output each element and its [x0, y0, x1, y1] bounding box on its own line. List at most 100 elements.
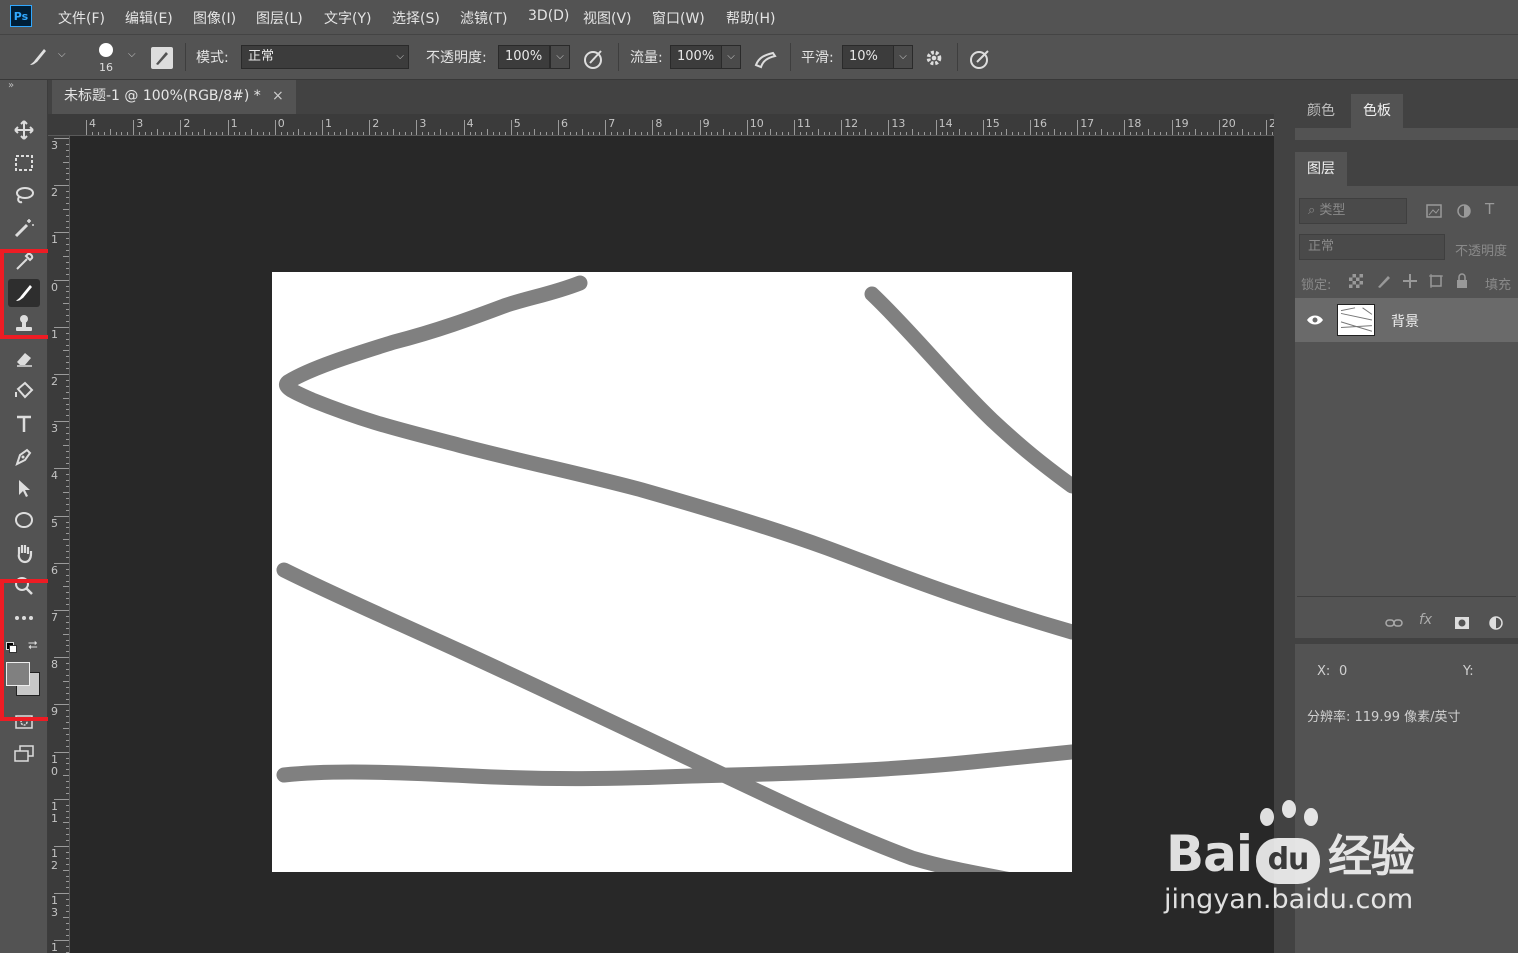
swatches-panel-body	[1295, 128, 1518, 140]
menu-help[interactable]: 帮助(H)	[726, 8, 775, 28]
ruler-tick	[1124, 120, 1126, 135]
link-layers-icon[interactable]	[1385, 614, 1403, 632]
layer-name: 背景	[1391, 314, 1419, 330]
ruler-horizontal[interactable]: 4321012345678910111213141516171819202	[48, 114, 1274, 136]
smoothing-slider-button[interactable]: ⌵	[893, 45, 913, 69]
screen-mode-icon[interactable]	[8, 740, 40, 768]
layer-opacity-label: 不透明度	[1455, 244, 1508, 259]
eye-visibility-icon[interactable]	[1305, 311, 1325, 329]
menu-window[interactable]: 窗口(W)	[652, 8, 705, 28]
stroke-3	[276, 562, 1010, 872]
pressure-opacity-icon[interactable]	[582, 47, 606, 71]
lock-paint-icon[interactable]	[1375, 272, 1393, 290]
layer-style-fx-icon[interactable]: fx	[1419, 612, 1432, 628]
lock-position-icon[interactable]	[1401, 272, 1419, 290]
ruler-vertical[interactable]: 3210123456789101112131	[48, 136, 70, 953]
document-tab[interactable]: 未标题-1 @ 100%(RGB/8#) * ×	[52, 80, 296, 114]
symmetry-icon[interactable]	[968, 47, 992, 71]
lock-artboard-icon[interactable]	[1427, 272, 1445, 290]
ruler-label: 19	[1174, 117, 1189, 130]
ruler-label: 17	[1080, 117, 1095, 130]
hand-tool-icon[interactable]	[8, 539, 40, 567]
color-panel-tabs: 颜色 色板	[1293, 94, 1518, 128]
filter-pixel-icon[interactable]	[1425, 202, 1443, 220]
filter-adjustment-icon[interactable]	[1455, 202, 1473, 220]
ruler-label: 1	[51, 752, 58, 766]
ellipse-tool-icon[interactable]	[8, 506, 40, 534]
menu-select[interactable]: 选择(S)	[392, 8, 440, 28]
eraser-tool-icon[interactable]	[8, 344, 40, 372]
magic-wand-tool-icon[interactable]	[8, 214, 40, 242]
menu-file[interactable]: 文件(F)	[58, 8, 105, 28]
blend-mode-value: 正常	[1308, 239, 1335, 254]
chevron-down-icon[interactable]: ⌵	[58, 49, 66, 60]
ruler-label: 1	[51, 327, 58, 341]
smoothing-input[interactable]: 10%	[842, 45, 894, 69]
paint-bucket-tool-icon[interactable]	[8, 377, 40, 405]
ruler-label: 7	[51, 611, 58, 624]
path-selection-tool-icon[interactable]	[8, 474, 40, 502]
ruler-tick	[1218, 120, 1220, 135]
tab-layers[interactable]: 图层	[1295, 152, 1347, 186]
tab-color[interactable]: 颜色	[1295, 94, 1347, 128]
ruler-tick	[1266, 120, 1267, 135]
add-mask-icon[interactable]	[1453, 614, 1471, 632]
ruler-label: 1	[230, 117, 238, 130]
stroke-1	[279, 275, 1072, 640]
brush-settings-panel-icon[interactable]	[151, 47, 173, 69]
ruler-label: 14	[938, 117, 953, 130]
ruler-label: 2	[51, 375, 58, 388]
blend-mode-dropdown[interactable]: 正常	[1299, 234, 1445, 260]
pen-tool-icon[interactable]	[8, 442, 40, 470]
airbrush-icon[interactable]	[753, 47, 779, 71]
ruler-label: 7	[608, 117, 616, 130]
brush-preset-icon[interactable]	[26, 45, 52, 71]
ruler-label: 3	[51, 422, 58, 436]
menu-3d[interactable]: 3D(D)	[528, 8, 569, 24]
gear-icon[interactable]	[923, 47, 947, 71]
marquee-tool-icon[interactable]	[8, 149, 40, 177]
menu-type[interactable]: 文字(Y)	[324, 8, 371, 28]
menu-edit[interactable]: 编辑(E)	[125, 8, 173, 28]
type-tool-icon[interactable]	[8, 410, 40, 438]
opacity-input[interactable]: 100%	[498, 45, 550, 69]
new-adjustment-layer-icon[interactable]	[1487, 614, 1505, 632]
menu-image[interactable]: 图像(I)	[193, 8, 236, 28]
filter-type-icon[interactable]: T	[1485, 200, 1494, 218]
ruler-label: 1	[51, 799, 58, 813]
menu-view[interactable]: 视图(V)	[583, 8, 632, 28]
flow-input[interactable]: 100%	[670, 45, 722, 69]
ruler-tick	[1030, 120, 1031, 135]
menu-layer[interactable]: 图层(L)	[256, 8, 303, 28]
collapse-arrows-icon[interactable]: »	[8, 80, 14, 91]
photoshop-logo-icon[interactable]: Ps	[10, 5, 32, 27]
ruler-label: 6	[561, 117, 568, 130]
ruler-label: 15	[985, 117, 1000, 130]
ruler-label: 6	[51, 563, 58, 577]
move-tool-icon[interactable]	[8, 116, 40, 144]
tab-swatches[interactable]: 色板	[1351, 94, 1403, 128]
lock-transparent-icon[interactable]	[1349, 274, 1363, 288]
lock-all-icon[interactable]	[1453, 272, 1471, 290]
stroke-2	[864, 286, 1072, 494]
menu-filter[interactable]: 滤镜(T)	[460, 8, 507, 28]
document-canvas[interactable]	[272, 272, 1072, 872]
flow-slider-button[interactable]: ⌵	[721, 45, 741, 69]
close-icon[interactable]: ×	[272, 80, 284, 112]
brush-strokes	[276, 275, 1072, 872]
ruler-tick	[227, 120, 229, 135]
lasso-tool-icon[interactable]	[8, 181, 40, 209]
opacity-slider-button[interactable]: ⌵	[550, 45, 570, 69]
ruler-tick	[558, 120, 559, 135]
ruler-label: 3	[51, 906, 58, 920]
flow-label: 流量:	[630, 50, 663, 66]
info-y-label: Y:	[1463, 664, 1474, 679]
brush-tip-icon[interactable]	[99, 43, 113, 57]
ruler-label: 11	[797, 117, 811, 130]
chevron-down-icon[interactable]: ⌵	[128, 49, 136, 60]
ruler-label: 1	[51, 941, 58, 953]
layer-filter-dropdown[interactable]: ⌕ 类型	[1299, 198, 1407, 224]
ruler-label: 20	[1221, 117, 1236, 130]
mode-dropdown[interactable]: 正常 ⌵	[241, 45, 409, 69]
layer-row-background[interactable]: 背景	[1295, 298, 1518, 342]
